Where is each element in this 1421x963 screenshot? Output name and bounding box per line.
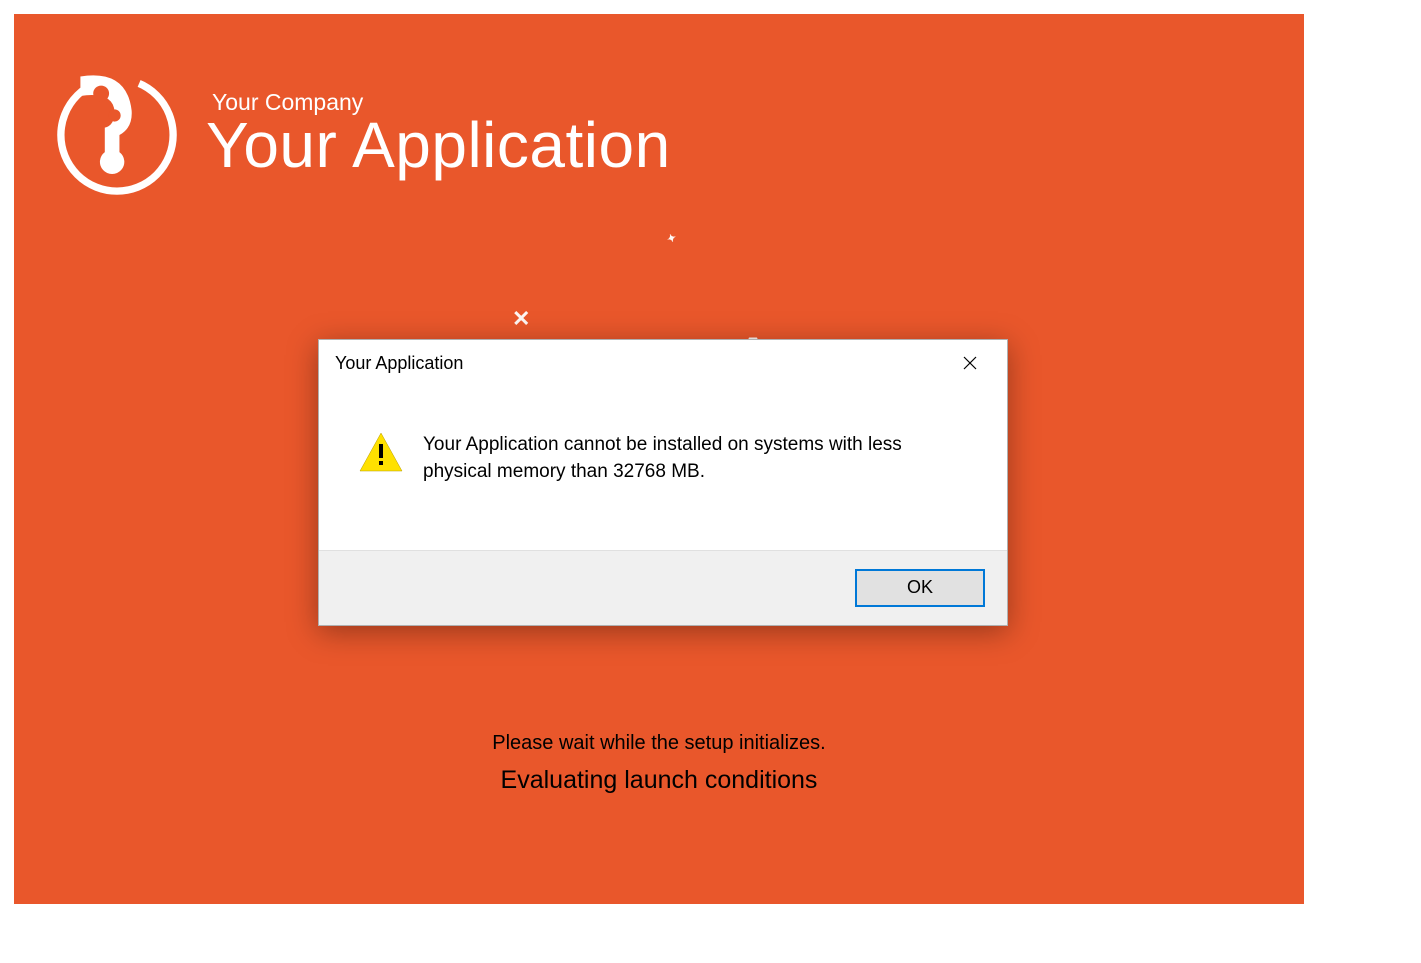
sparkle-icon: ✕ bbox=[512, 306, 530, 332]
warning-icon bbox=[359, 432, 403, 472]
error-dialog: Your Application Your Application cannot… bbox=[318, 339, 1008, 626]
dialog-message: Your Application cannot be installed on … bbox=[423, 432, 967, 486]
installer-header: Your Company Your Application bbox=[56, 74, 671, 196]
application-logo-icon bbox=[56, 74, 178, 196]
status-message: Evaluating launch conditions bbox=[14, 766, 1304, 795]
close-icon bbox=[963, 356, 977, 370]
sparkle-icon: ✦ bbox=[665, 231, 678, 246]
dialog-titlebar: Your Application bbox=[319, 340, 1007, 386]
dialog-body: Your Application cannot be installed on … bbox=[319, 386, 1007, 550]
close-button[interactable] bbox=[947, 347, 993, 379]
application-name: Your Application bbox=[206, 108, 671, 182]
dialog-title: Your Application bbox=[335, 353, 463, 374]
dialog-button-row: OK bbox=[319, 550, 1007, 625]
installer-title-block: Your Company Your Application bbox=[206, 89, 671, 182]
wait-message: Please wait while the setup initializes. bbox=[14, 732, 1304, 755]
ok-button[interactable]: OK bbox=[855, 569, 985, 607]
